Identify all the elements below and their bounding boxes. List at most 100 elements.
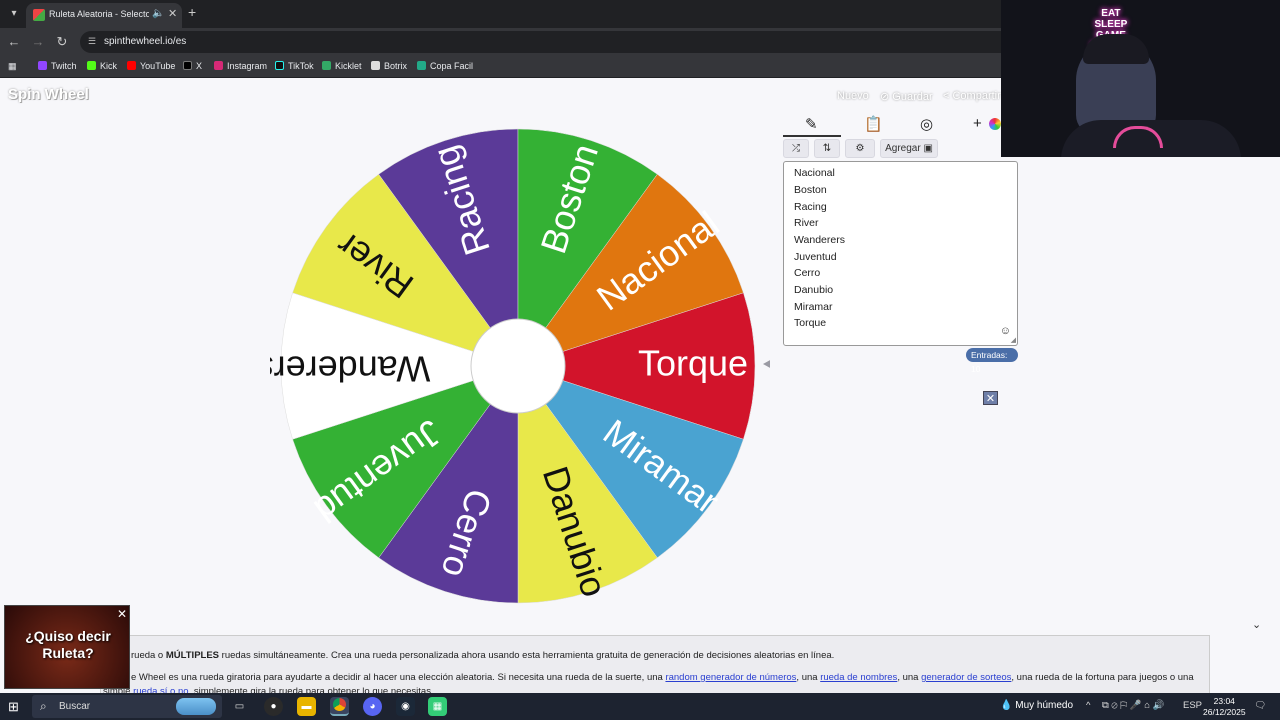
language-indicator[interactable]: ESP [1183,700,1202,711]
bookmark-youtube[interactable]: YouTube [127,61,175,71]
bookmark-instagram[interactable]: Instagram [214,61,267,71]
speaker-icon[interactable]: 🔈 [152,8,164,19]
chrome-icon[interactable] [330,697,349,716]
steam-icon[interactable]: ◉ [396,697,415,716]
link-raffle-generator[interactable]: generador de sorteos [921,672,1011,683]
task-view-icon[interactable]: ▭ [230,697,249,716]
text: rueda o [131,650,166,661]
entry-line[interactable]: Cerro [794,267,820,279]
url-omnibox[interactable]: ☰ spinthewheel.io/es [80,31,1020,53]
bookmark-copa-facil[interactable]: Copa Facil [417,61,473,71]
obs-icon[interactable]: ● [264,697,283,716]
file-explorer-icon[interactable]: ▬ [297,697,316,716]
settings-gear-icon[interactable]: ⚙ [845,139,875,158]
save-icon: ⊘ [880,91,893,103]
taskbar-clock[interactable]: 23:04 26/12/2025 [1203,696,1246,718]
bookmark-label: X [196,61,203,71]
site-logo[interactable]: Spin Wheel [8,86,89,103]
add-wheel-plus-icon[interactable]: + [973,115,982,132]
bookmark-x[interactable]: X [183,61,202,71]
roulette-ad[interactable]: ¿Quiso decir Ruleta? ✕ [4,605,130,689]
tray-chevron-icon[interactable]: ^ [1086,700,1090,711]
sort-icon[interactable]: ⇅ [814,139,840,158]
ad-close-icon[interactable]: ✕ [117,607,127,621]
streamer-hair [1083,34,1149,64]
color-wheel-icon[interactable] [989,118,1001,130]
youtube-icon [127,61,136,70]
description-line-1: rueda o MÚLTIPLES ruedas simultáneamente… [131,650,834,661]
apps-grid-icon[interactable]: ▦ [8,61,17,72]
text: , una rueda de la fortuna para juegos o … [1011,672,1194,683]
bookmark-label: YouTube [140,61,176,71]
text: , una [897,672,922,683]
shuffle-icon[interactable]: ⤮ [783,139,809,158]
share-label: Compartir [952,90,1001,102]
hide-eye-icon[interactable]: ◎ [920,115,933,133]
entry-line[interactable]: Torque [794,317,826,329]
entry-line[interactable]: Boston [794,184,827,196]
back-arrow-icon[interactable]: ← [6,34,22,49]
text: e Wheel es una rueda giratoria para ayud… [131,672,666,683]
search-highlight-icon [176,698,216,715]
page-content: Spin Wheel Nuevo ⊘ Guardar < Compartir T… [0,78,1280,697]
app-icon[interactable]: ▦ [428,697,447,716]
text: , una [796,672,821,683]
reload-icon[interactable]: ↻ [54,34,70,50]
tab-title: Ruleta Aleatoria - Selector Alea... [49,9,149,19]
webcam-overlay: EATSLEEPGAMEREPEAT [1001,0,1280,157]
forward-arrow-icon[interactable]: → [30,34,46,49]
bookmark-twitch[interactable]: Twitch [38,61,77,71]
emoji-smiley-icon[interactable]: ☺ [1000,325,1011,337]
discord-icon[interactable]: ◕ [363,697,382,716]
image-icon: ▣ [923,143,933,154]
edit-pencil-icon[interactable]: ✎ [805,115,818,133]
weather-text: Muy húmedo [1015,700,1074,711]
entry-line[interactable]: Racing [794,201,827,213]
notifications-icon[interactable]: 🗨 [1254,700,1266,711]
entry-line[interactable]: River [794,217,819,229]
link-name-wheel[interactable]: rueda de nombres [820,672,897,683]
bookmark-kick[interactable]: Kick [87,61,117,71]
tray-icons[interactable]: ⧉ ⊘ ⚐ 🎤 ⌂ 🔊 [1102,700,1164,711]
wheel-segment-label: Torque [638,343,748,384]
wheel-center-hub[interactable] [470,318,566,414]
search-placeholder: Buscar [59,701,91,712]
scroll-down-chevron-icon[interactable]: ⌄ [1252,618,1261,631]
bookmark-tiktok[interactable]: TikTok [275,61,314,71]
clipboard-results-icon[interactable]: 📋 [864,115,883,133]
add-image-button[interactable]: Agregar ▣ [880,139,938,158]
entries-textarea[interactable]: Nacional Boston Racing River Wanderers J… [783,161,1018,346]
entry-line[interactable]: Juventud [794,251,837,263]
new-tab-plus-icon[interactable]: + [188,4,196,20]
twitch-icon [38,61,47,70]
browser-tab-active[interactable]: Ruleta Aleatoria - Selector Alea... 🔈 ✕ [26,3,182,28]
taskbar-search[interactable]: ⌕ Buscar [32,695,222,718]
close-overlay-button[interactable]: ✕ [983,391,998,405]
x-icon [183,61,192,70]
entries-count-badge: Entradas: 10 [966,348,1018,374]
link-random-numbers[interactable]: random generador de números [665,672,796,683]
bookmark-label: TikTok [288,61,314,71]
entry-line[interactable]: Wanderers [794,234,845,246]
url-text[interactable]: spinthewheel.io/es [104,36,186,47]
bookmark-label: Botrix [384,61,408,71]
editor-tabs: ✎ 📋 ◎ + [783,112,1018,138]
windows-start-icon[interactable]: ⊞ [8,699,19,715]
entry-line[interactable]: Danubio [794,284,833,296]
new-wheel-button[interactable]: Nuevo [837,90,869,102]
tab-close-icon[interactable]: ✕ [168,7,177,20]
spin-wheel[interactable]: TorqueMiramarDanubioCerroJuventudWandere… [270,126,770,606]
site-info-icon[interactable]: ☰ [88,36,96,47]
resize-handle-icon[interactable]: ◢ [1011,336,1016,344]
share-button[interactable]: < Compartir [943,90,1001,102]
bookmark-botrix[interactable]: Botrix [371,61,407,71]
tab-list-chevron-down-icon[interactable]: ▾ [6,6,22,22]
weather-widget[interactable]: 💧 Muy húmedo [1000,700,1073,711]
copa-facil-icon [417,61,426,70]
text: ruedas simultáneamente. Crea una rueda p… [219,650,835,661]
save-button[interactable]: ⊘ Guardar [880,90,933,103]
entry-line[interactable]: Nacional [794,167,835,179]
entry-line[interactable]: Miramar [794,301,833,313]
bookmark-kicklet[interactable]: Kicklet [322,61,362,71]
instagram-icon [214,61,223,70]
